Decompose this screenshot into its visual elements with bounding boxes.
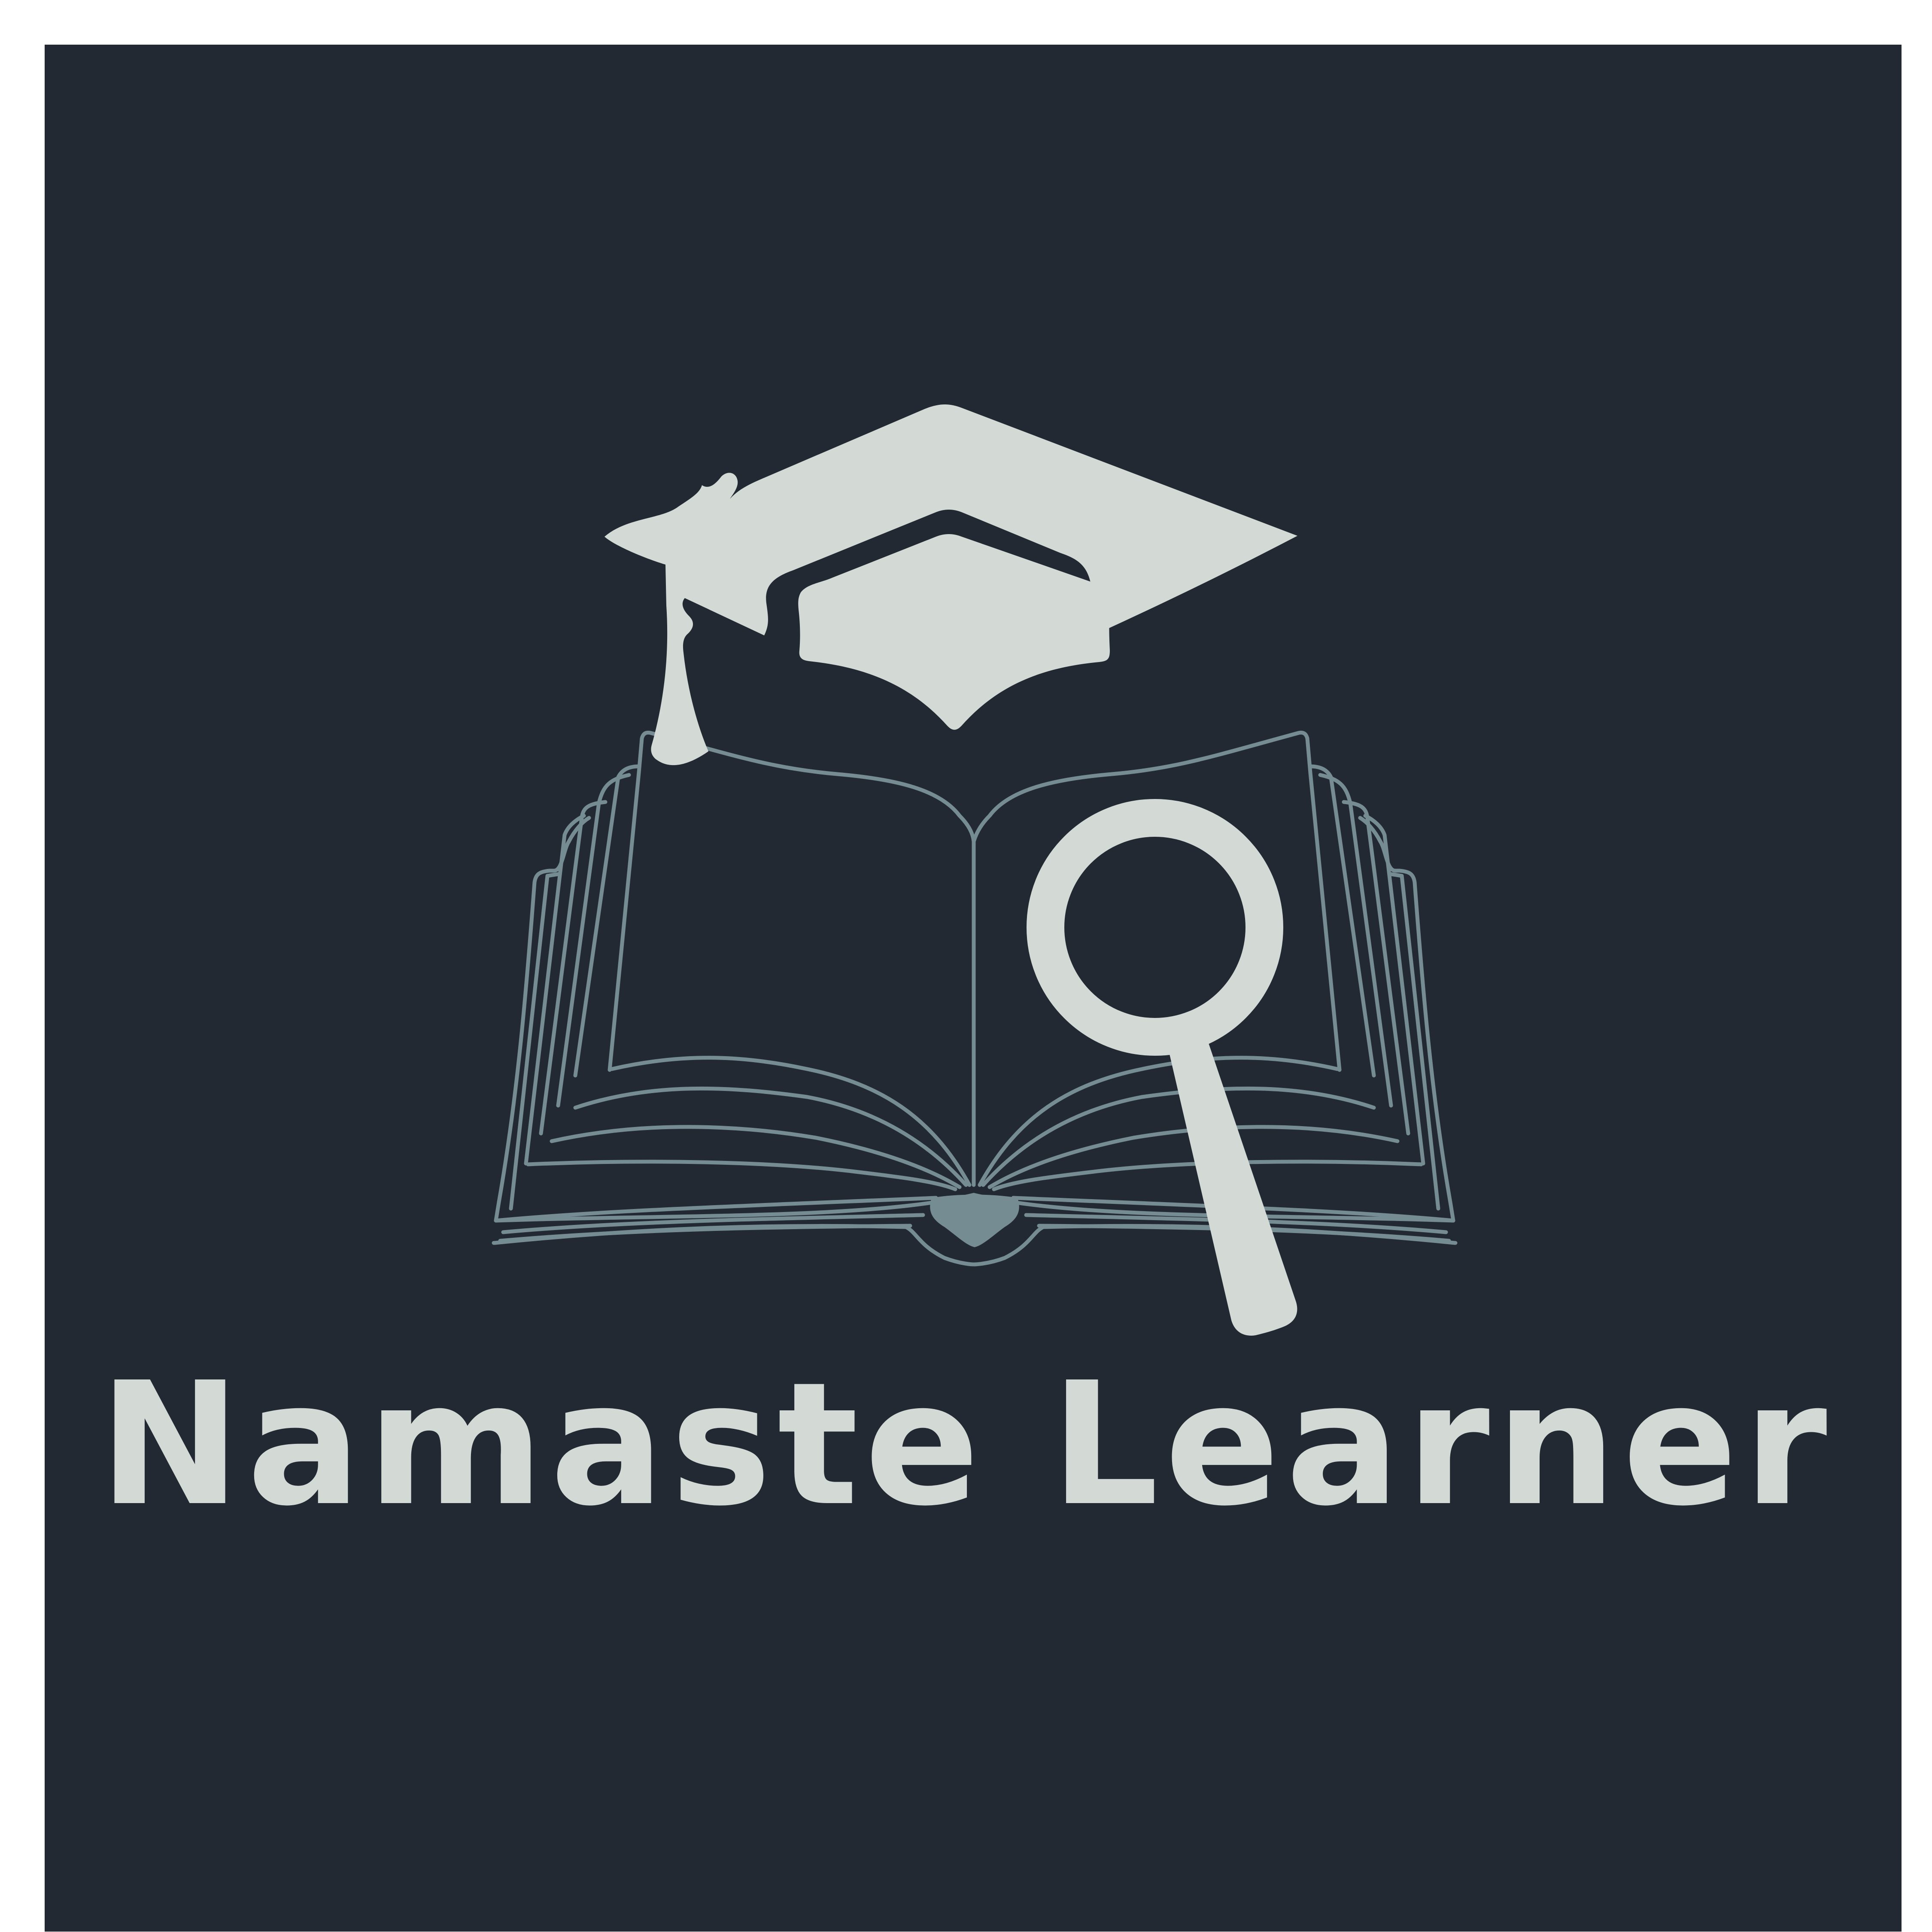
book-spine-bulb	[930, 1194, 1019, 1247]
graduation-cap-icon	[605, 404, 1297, 766]
logo-frame: Namaste Learner	[0, 0, 1932, 1932]
brand-name: Namaste Learner	[99, 1346, 1833, 1543]
logo-artwork	[492, 404, 1458, 1336]
open-book-icon	[492, 730, 1458, 1267]
magnifying-glass-icon	[1027, 799, 1297, 1336]
